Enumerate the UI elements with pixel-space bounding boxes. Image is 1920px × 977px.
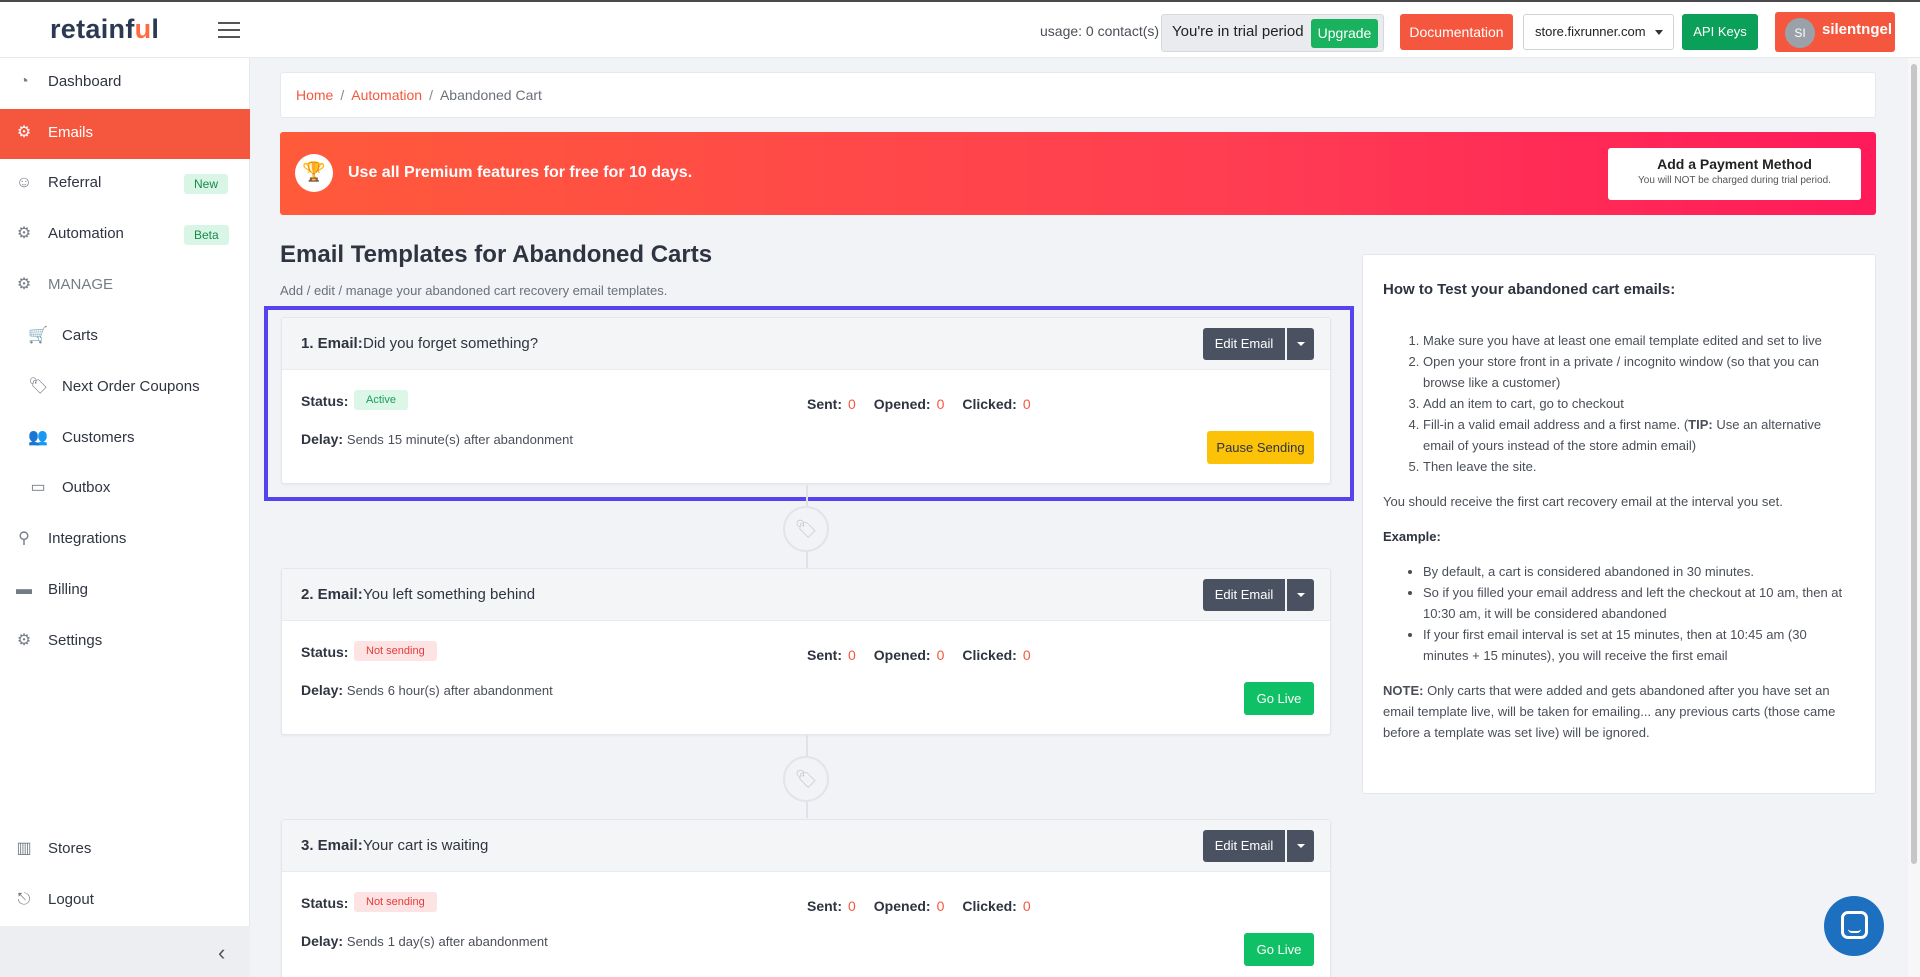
tags-icon: 🏷 [28,378,49,395]
trial-promo-banner: 🏆 Use all Premium features for free for … [280,132,1876,215]
trial-text: You're in trial period [1172,23,1304,40]
username: silentngel [1822,21,1893,38]
cart-icon: 🛒 [28,327,48,344]
caret-down-icon [1655,30,1663,35]
email-subject: You left something behind [363,586,536,603]
trophy-icon: 🏆 [295,154,333,192]
help-note: NOTE: Only carts that were added and get… [1383,683,1836,740]
breadcrumb-current: Abandoned Cart [439,87,542,103]
email-card-2: 2. Email: You left something behind Edit… [281,568,1331,735]
breadcrumb-home[interactable]: Home [296,87,333,103]
building-icon: ▥ [16,840,32,857]
breadcrumb: Home / Automation / Abandoned Cart [280,72,1876,118]
tag-icon: 🏷 [783,756,829,802]
page-title: Email Templates for Abandoned Carts [280,241,713,268]
promo-message: Use all Premium features for free for 10… [348,164,693,181]
user-icon: ☺ [15,174,33,191]
breadcrumb-automation[interactable]: Automation [351,87,422,103]
go-live-button[interactable]: Go Live [1244,933,1314,966]
go-live-button[interactable]: Go Live [1244,682,1314,715]
edit-email-button[interactable]: Edit Email [1203,830,1285,862]
credit-card-icon: ▬ [16,581,32,598]
delay-text: Delay: Sends 6 hour(s) after abandonment [301,682,553,698]
sidebar-item-billing[interactable]: ▬ Billing [0,566,250,616]
sidebar-item-automation[interactable]: ⚙ Automation Beta [0,210,250,260]
sidebar-item-logout[interactable]: ⎋ Logout [0,876,250,926]
status-badge: Not sending [354,892,437,912]
documentation-button[interactable]: Documentation [1400,14,1513,50]
add-payment-method-button[interactable]: Add a Payment Method You will NOT be cha… [1608,148,1861,200]
edit-dropdown-toggle[interactable] [1287,579,1314,611]
page-scrollbar[interactable] [1908,58,1920,977]
inbox-icon: ▭ [30,479,46,496]
sidebar-item-outbox[interactable]: ▭ Outbox [0,464,250,514]
beta-badge: Beta [184,225,229,245]
help-title: How to Test your abandoned cart emails: [1383,281,1676,298]
logout-icon: ⎋ [17,891,31,908]
tag-icon: 🏷 [783,506,829,552]
sidebar-item-settings[interactable]: ⚙ Settings [0,617,250,667]
sidebar-item-dashboard[interactable]: ◔ Dashboard [0,58,250,108]
users-icon: 👥 [28,429,48,446]
edit-dropdown-toggle[interactable] [1287,830,1314,862]
trial-notice: You're in trial period Upgrade [1161,14,1384,52]
caret-down-icon [1297,593,1305,597]
usage-text: usage: 0 contact(s) [1040,23,1160,39]
caret-down-icon [1297,844,1305,848]
edit-email-button[interactable]: Edit Email [1203,579,1285,611]
email-stats: Sent: 0 Opened: 0 Clicked: 0 [807,647,1031,663]
sidebar-collapse[interactable]: ‹ [0,926,250,977]
sidebar: ◔ Dashboard ⚙ Emails ☺ Referral New ⚙ Au… [0,58,250,977]
gears-icon: ⚙ [16,124,32,141]
help-steps: Make sure you have at least one email te… [1383,330,1855,477]
chat-launcher-icon[interactable] [1824,896,1884,956]
email-stats: Sent: 0 Opened: 0 Clicked: 0 [807,898,1031,914]
email-card-3: 3. Email: Your cart is waiting Edit Emai… [281,819,1331,977]
top-bar: retainful usage: 0 contact(s) You're in … [0,0,1920,58]
selection-highlight [264,306,1354,501]
sidebar-item-customers[interactable]: 👥 Customers [0,414,250,464]
sidebar-item-referral[interactable]: ☺ Referral New [0,159,250,209]
sidebar-item-stores[interactable]: ▥ Stores [0,825,250,875]
help-panel: How to Test your abandoned cart emails: … [1362,254,1876,794]
new-badge: New [184,174,229,194]
sidebar-item-emails[interactable]: ⚙ Emails [0,109,250,159]
page-subtitle: Add / edit / manage your abandoned cart … [280,283,668,298]
cog-icon: ⚙ [16,225,32,242]
avatar: SI [1785,18,1815,48]
upgrade-button[interactable]: Upgrade [1311,19,1378,48]
help-examples: By default, a cart is considered abandon… [1383,561,1855,666]
plug-icon: ⚲ [18,530,30,547]
retainful-logo[interactable]: retainful [50,14,159,45]
menu-toggle-icon[interactable] [218,22,240,38]
cog-icon: ⚙ [16,276,32,293]
store-select-value: store.fixrunner.com [1535,24,1646,39]
user-menu[interactable]: SI silentngel [1775,12,1895,52]
sidebar-item-carts[interactable]: 🛒 Carts [0,312,250,362]
status-badge: Not sending [354,641,437,661]
delay-text: Delay: Sends 1 day(s) after abandonment [301,933,548,949]
sidebar-item-manage[interactable]: ⚙ MANAGE [0,261,250,311]
sidebar-item-next-order-coupons[interactable]: 🏷 Next Order Coupons [0,363,250,413]
sidebar-item-integrations[interactable]: ⚲ Integrations [0,515,250,565]
chevron-left-icon: ‹ [218,940,226,965]
dashboard-icon: ◔ [19,73,29,90]
store-select[interactable]: store.fixrunner.com [1523,14,1674,50]
settings-icon: ⚙ [16,632,32,649]
email-subject: Your cart is waiting [363,837,489,854]
api-keys-button[interactable]: API Keys [1682,14,1758,50]
